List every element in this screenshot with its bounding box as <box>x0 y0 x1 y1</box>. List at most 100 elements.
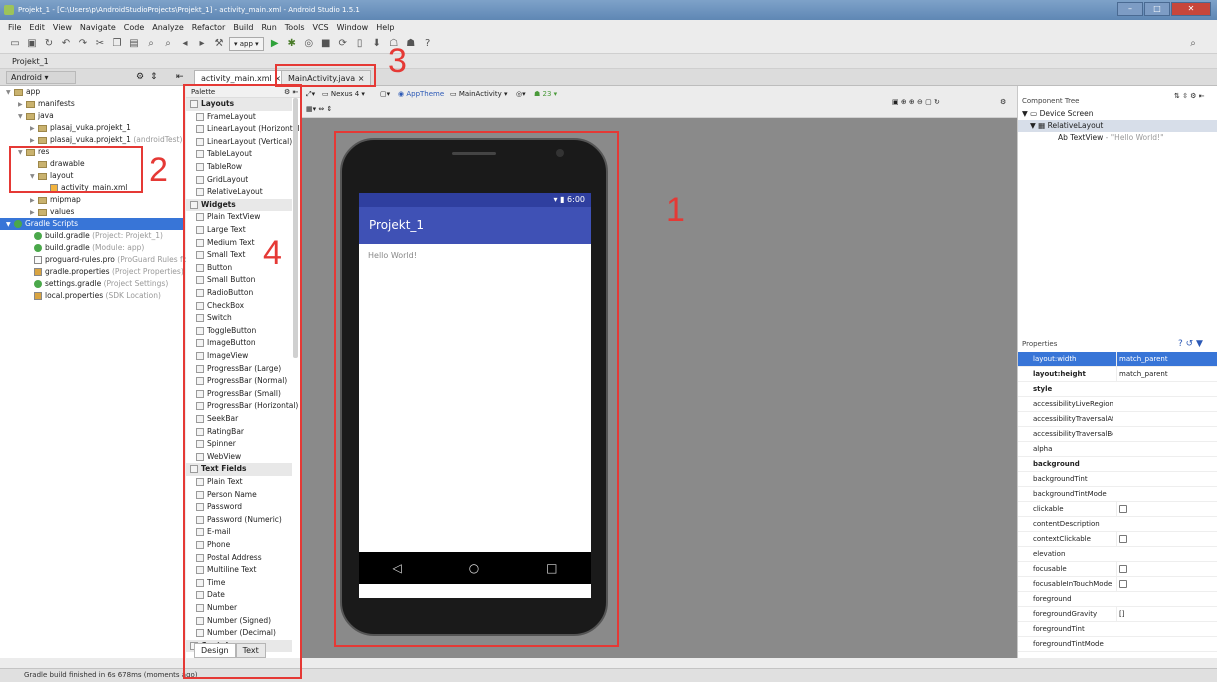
undo-icon[interactable]: ↶ <box>59 37 73 51</box>
menu-window[interactable]: Window <box>337 23 369 32</box>
menu-vcs[interactable]: VCS <box>313 23 329 32</box>
help-icon[interactable]: ? <box>421 37 435 51</box>
property-row[interactable]: layout:height match_parent <box>1018 367 1217 382</box>
property-row[interactable]: backgroundTint <box>1018 472 1217 487</box>
copy-icon[interactable]: ❐ <box>110 37 124 51</box>
tree-item-proguard[interactable]: proguard-rules.pro (ProGuard Rules for a… <box>34 254 202 266</box>
project-view-selector[interactable]: Android ▾ <box>6 71 76 84</box>
stop-icon[interactable]: ■ <box>319 37 333 51</box>
debug-icon[interactable]: ✱ <box>285 37 299 51</box>
attach-debugger-icon[interactable]: ◎ <box>302 37 316 51</box>
layout-actions-icon[interactable]: ▦▾ ⇔ ⇕ <box>306 103 332 115</box>
breadcrumb-project[interactable]: Projekt_1 <box>12 57 49 66</box>
tree-item-package-test[interactable]: ▶ plasaj_vuka.projekt_1 (androidTest) <box>30 134 182 146</box>
properties-actions[interactable]: ? ↺ ▼ <box>1178 338 1203 350</box>
maximize-button[interactable]: □ <box>1144 2 1170 16</box>
tree-device-screen[interactable]: ▼ ▭ Device Screen <box>1022 108 1093 120</box>
menu-code[interactable]: Code <box>124 23 144 32</box>
menu-edit[interactable]: Edit <box>29 23 45 32</box>
locale-select[interactable]: ◎▾ <box>516 88 526 100</box>
zoom-controls[interactable]: ▣ ⊕ ⊕ ⊖ ▢ ↻ <box>892 96 940 108</box>
property-value[interactable] <box>1116 562 1216 577</box>
sdk-manager-icon[interactable]: ⬇ <box>370 37 384 51</box>
property-checkbox[interactable] <box>1119 535 1127 543</box>
tree-item-package[interactable]: ▶ plasaj_vuka.projekt_1 <box>30 122 131 134</box>
redo-icon[interactable]: ↷ <box>76 37 90 51</box>
sync-icon[interactable]: ↻ <box>42 37 56 51</box>
hide-panel-icon[interactable]: ⇤ <box>176 72 184 82</box>
property-checkbox[interactable] <box>1119 505 1127 513</box>
property-checkbox[interactable] <box>1119 565 1127 573</box>
property-row[interactable]: elevation <box>1018 547 1217 562</box>
menu-file[interactable]: File <box>8 23 21 32</box>
menu-run[interactable]: Run <box>261 23 276 32</box>
avd-manager-icon[interactable]: ▯ <box>353 37 367 51</box>
tree-item-local-properties[interactable]: local.properties (SDK Location) <box>34 290 161 302</box>
property-value[interactable]: match_parent <box>1116 352 1216 367</box>
property-row[interactable]: alpha <box>1018 442 1217 457</box>
config-select[interactable]: ▢▾ <box>380 88 390 100</box>
tree-item-values[interactable]: ▶ values <box>30 206 74 218</box>
tab-activity-main-xml[interactable]: activity_main.xml × <box>194 70 289 85</box>
replace-icon[interactable]: ⌕ <box>161 37 175 51</box>
property-value[interactable] <box>1116 532 1216 547</box>
property-row[interactable]: clickable <box>1018 502 1217 517</box>
run-config-select[interactable]: ▾ app ▾ <box>229 36 264 51</box>
device-select[interactable]: ▭ Nexus 4 ▾ <box>322 88 365 100</box>
tree-item-manifests[interactable]: ▶ manifests <box>18 98 75 110</box>
back-icon[interactable]: ◂ <box>178 37 192 51</box>
theme-select[interactable]: ◉ AppTheme <box>398 88 444 100</box>
tree-item-app[interactable]: ▼ app <box>6 86 40 98</box>
tree-item-java[interactable]: ▼ java <box>18 110 54 122</box>
tree-relative-layout[interactable]: ▼ ▦ RelativeLayout <box>1018 120 1217 132</box>
menu-analyze[interactable]: Analyze <box>152 23 184 32</box>
tree-item-gradle-properties[interactable]: gradle.properties (Project Properties) <box>34 266 184 278</box>
search-icon[interactable]: ⌕ <box>1186 37 1200 51</box>
forward-icon[interactable]: ▸ <box>195 37 209 51</box>
property-value[interactable] <box>1116 502 1216 517</box>
property-row[interactable]: backgroundTintMode <box>1018 487 1217 502</box>
property-checkbox[interactable] <box>1119 580 1127 588</box>
make-project-icon[interactable]: ⚒ <box>212 37 226 51</box>
cut-icon[interactable]: ✂ <box>93 37 107 51</box>
tree-textview[interactable]: Ab TextView - "Hello World!" <box>1058 132 1164 144</box>
tree-item-build-gradle-project[interactable]: build.gradle (Project: Projekt_1) <box>34 230 163 242</box>
sync-gradle-icon[interactable]: ⟳ <box>336 37 350 51</box>
component-tree-actions[interactable]: ⇅ ⇳ ⚙ ⇤ <box>1174 90 1205 102</box>
find-icon[interactable]: ⌕ <box>144 37 158 51</box>
minimize-button[interactable]: – <box>1117 2 1143 16</box>
editor-settings-icon[interactable]: ⚙ <box>1000 96 1006 108</box>
property-value[interactable]: match_parent <box>1116 367 1216 382</box>
run-icon[interactable]: ▶ <box>268 37 282 51</box>
property-row[interactable]: accessibilityLiveRegion <box>1018 397 1217 412</box>
activity-select[interactable]: ▭ MainActivity ▾ <box>450 88 507 100</box>
property-row[interactable]: foreground <box>1018 592 1217 607</box>
property-row[interactable]: background <box>1018 457 1217 472</box>
property-value[interactable] <box>1116 577 1216 592</box>
property-row[interactable]: layout:width match_parent <box>1018 352 1217 367</box>
property-row[interactable]: contentDescription <box>1018 517 1217 532</box>
settings-gear-icon[interactable]: ⚙ <box>136 72 144 82</box>
open-folder-icon[interactable]: ▭ <box>8 37 22 51</box>
close-button[interactable]: ✕ <box>1171 2 1211 16</box>
menu-view[interactable]: View <box>53 23 72 32</box>
tree-item-mipmap[interactable]: ▶ mipmap <box>30 194 81 206</box>
tree-item-settings-gradle[interactable]: settings.gradle (Project Settings) <box>34 278 168 290</box>
menu-navigate[interactable]: Navigate <box>80 23 116 32</box>
menu-build[interactable]: Build <box>233 23 253 32</box>
property-row[interactable]: style <box>1018 382 1217 397</box>
tree-item-build-gradle-app[interactable]: build.gradle (Module: app) <box>34 242 144 254</box>
tree-item-gradle-scripts[interactable]: ▼ Gradle Scripts <box>0 218 185 230</box>
property-row[interactable]: contextClickable <box>1018 532 1217 547</box>
property-value[interactable]: [] <box>1116 607 1216 622</box>
collapse-icon[interactable]: ⇕ <box>150 72 158 82</box>
property-row[interactable]: foregroundTint <box>1018 622 1217 637</box>
property-row[interactable]: accessibilityTraversalBefo <box>1018 427 1217 442</box>
property-row[interactable]: foregroundTintMode <box>1018 637 1217 652</box>
menu-help[interactable]: Help <box>376 23 394 32</box>
menu-refactor[interactable]: Refactor <box>192 23 226 32</box>
property-row[interactable]: focusableInTouchMode <box>1018 577 1217 592</box>
property-row[interactable]: foregroundGravity [] <box>1018 607 1217 622</box>
orientation-icon[interactable]: ⤢▾ <box>306 88 315 100</box>
property-row[interactable]: focusable <box>1018 562 1217 577</box>
